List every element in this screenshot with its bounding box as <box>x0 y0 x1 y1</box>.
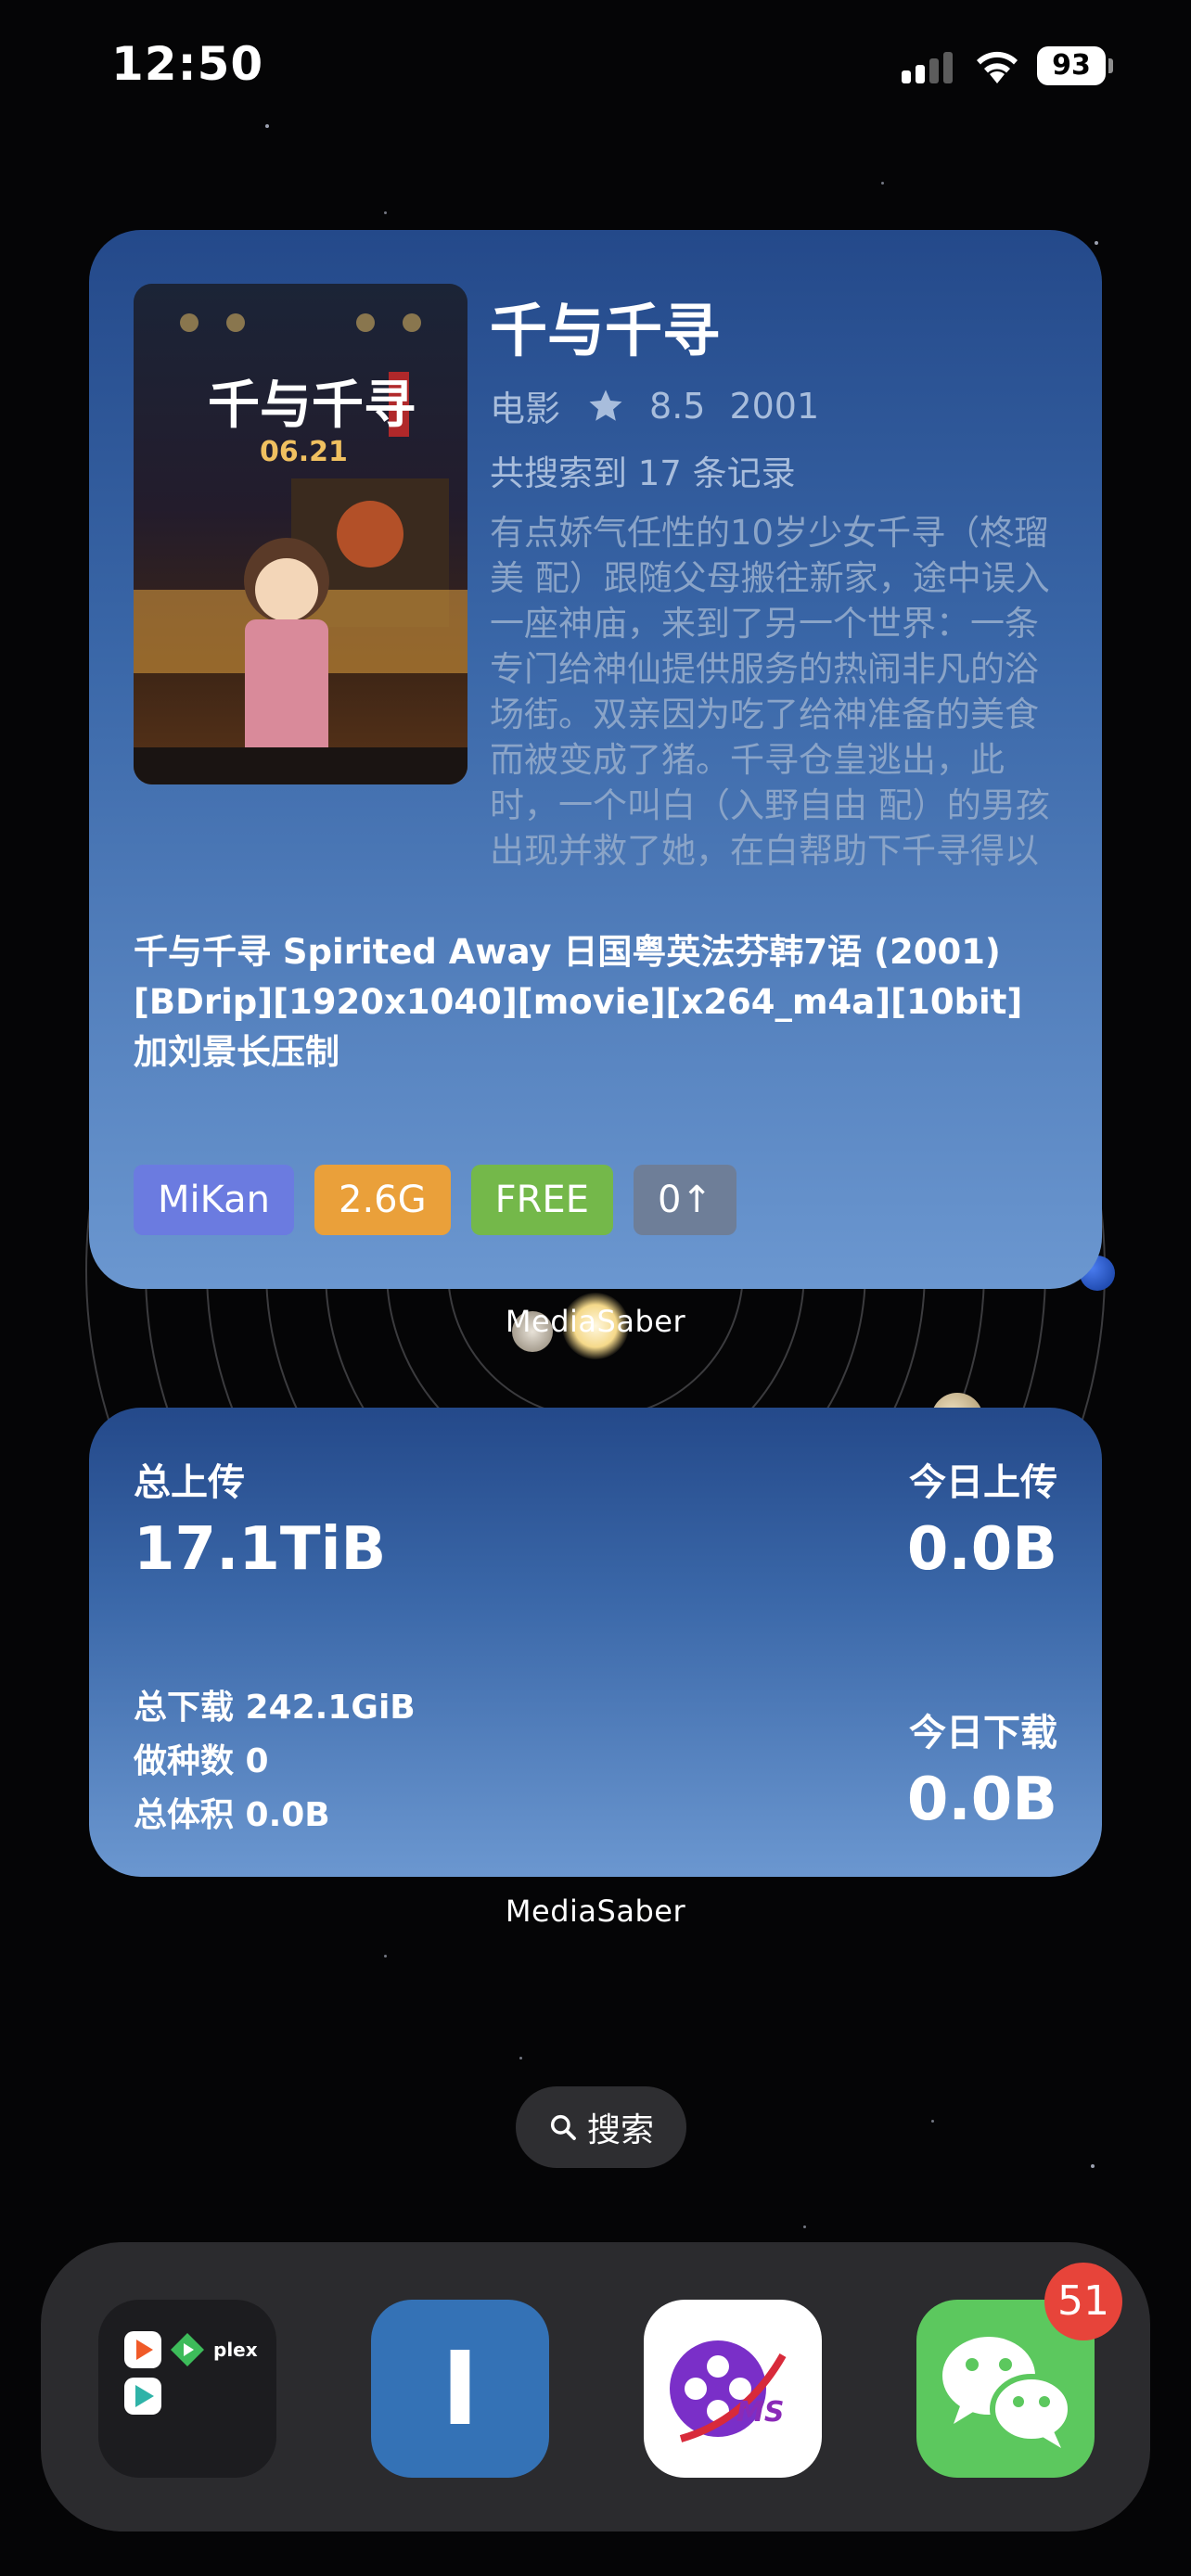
movie-poster: 千与千寻 06.21 <box>134 284 467 784</box>
torrent-name: 千与千寻 Spirited Away 日国粤英法芬韩7语 (2001) [BDr… <box>134 932 1023 1072</box>
seeders-tag: 0↑ <box>633 1165 736 1235</box>
size-tag: 2.6G <box>314 1165 451 1235</box>
poster-artwork <box>134 284 467 784</box>
total-size: 总体积 0.0B <box>134 1796 330 1834</box>
wechat-notification-badge: 51 <box>1044 2263 1122 2340</box>
search-icon <box>550 2114 576 2140</box>
clock: 12:50 <box>111 37 264 91</box>
infuse-icon <box>124 2331 161 2368</box>
film-reel-icon <box>670 2340 787 2442</box>
movie-title: 千与千寻 <box>490 297 721 364</box>
i-app-glyph: I <box>441 2329 480 2448</box>
today-download-value: 0.0B <box>906 1766 1057 1834</box>
today-upload-value: 0.0B <box>906 1515 1057 1584</box>
app-folder[interactable]: plex <box>98 2300 276 2478</box>
rating-value: 8.5 <box>649 385 706 427</box>
i-app-icon[interactable]: I <box>371 2300 549 2478</box>
site-tag: MiKan <box>134 1165 295 1235</box>
wifi-icon <box>977 51 1018 83</box>
spotlight-search-button[interactable]: 搜索 <box>516 2086 686 2168</box>
torrent-tags: MiKan 2.6G FREE 0↑ <box>134 1165 736 1235</box>
total-download: 总下载 242.1GiB <box>134 1689 416 1727</box>
search-label: 搜索 <box>586 2111 654 2149</box>
widget-caption: MediaSaber <box>505 1304 686 1339</box>
mediasaber-app-label: MS <box>736 2396 785 2429</box>
today-download-label: 今日下载 <box>909 1712 1057 1754</box>
total-upload-value: 17.1TiB <box>134 1515 387 1584</box>
battery-level: 93 <box>1037 46 1106 85</box>
poster-date: 06.21 <box>260 436 348 468</box>
rating-star-icon <box>589 389 622 421</box>
today-upload-label: 今日上传 <box>909 1461 1057 1504</box>
seeding-count: 做种数 0 <box>134 1742 269 1780</box>
mediasaber-app-icon[interactable]: MS <box>644 2300 822 2478</box>
release-year: 2001 <box>729 385 820 427</box>
video-icon <box>124 2378 161 2415</box>
free-tag: FREE <box>470 1165 613 1235</box>
poster-title: 千与千寻 <box>208 375 416 436</box>
movie-synopsis: 有点娇气任性的10岁少女千寻（柊瑠美 配）跟随父母搬往新家，途中误入一座神庙，来… <box>490 513 1050 871</box>
result-count: 共搜索到 17 条记录 <box>490 453 796 493</box>
play-icon <box>169 2331 206 2368</box>
movie-meta: 电影 8.5 2001 <box>490 380 819 431</box>
status-bar: 12:50 93 <box>0 0 1191 139</box>
widget-caption: MediaSaber <box>505 1894 686 1929</box>
media-type: 电影 <box>490 389 561 429</box>
plex-icon: plex <box>213 2339 258 2361</box>
total-upload-label: 总上传 <box>134 1461 245 1504</box>
media-search-widget[interactable]: 千与千寻 06.21 千与千寻 电影 8.5 2001 共搜索到 17 条记录 … <box>89 230 1102 1289</box>
battery-icon: 93 <box>1037 46 1113 85</box>
cellular-signal-icon <box>902 52 954 83</box>
dock: plex I MS <box>41 2242 1150 2531</box>
transfer-stats-widget[interactable]: 总上传 17.1TiB 今日上传 0.0B 总下载 242.1GiB 做种数 0… <box>89 1408 1102 1877</box>
